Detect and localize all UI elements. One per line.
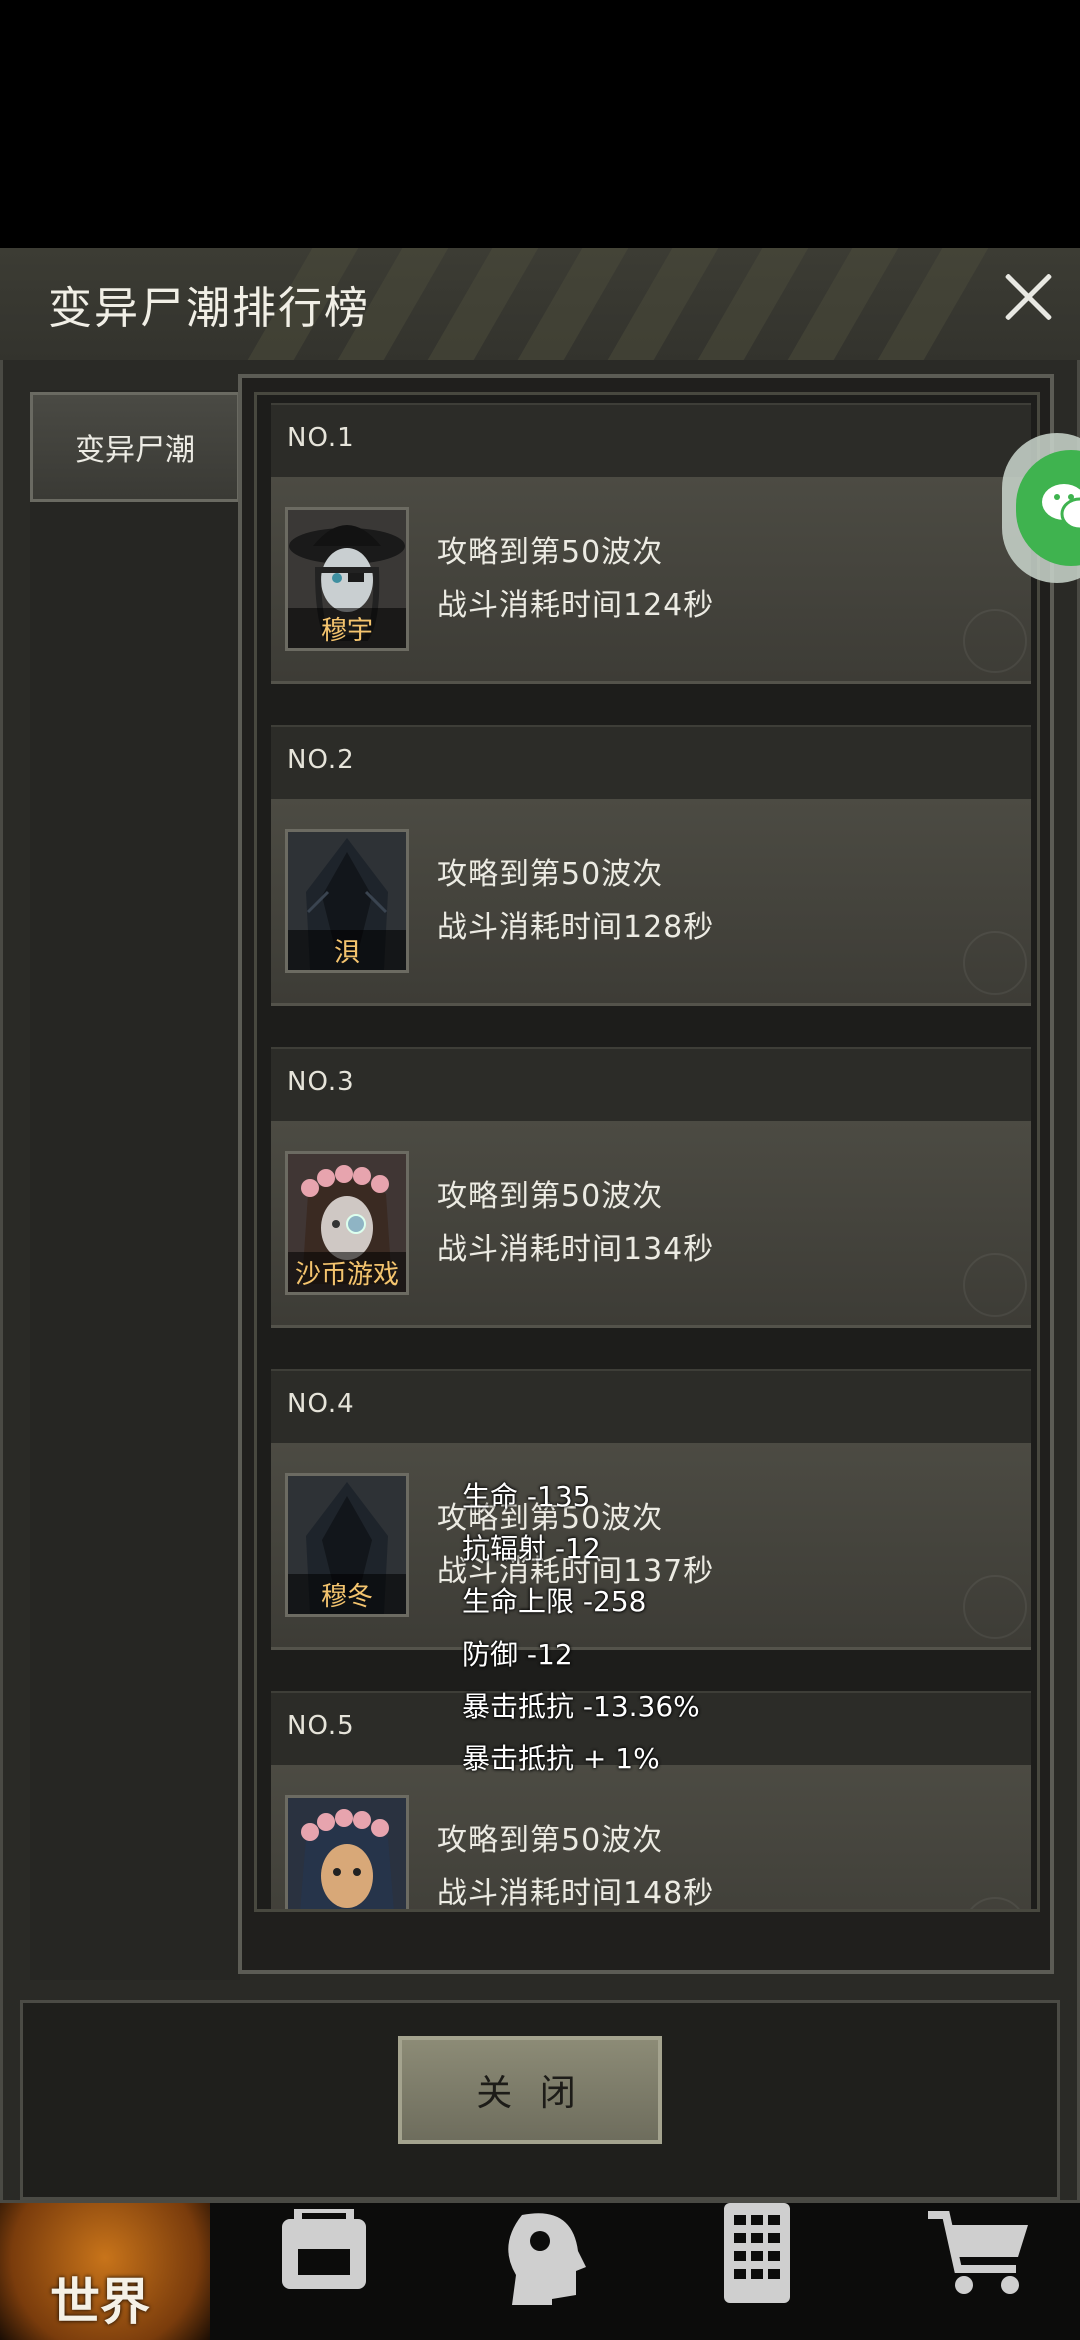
battle-time: 战斗消耗时间134秒: [437, 1232, 715, 1267]
dialog-title: 变异尸潮排行榜: [48, 283, 370, 334]
rank-label: NO.2: [287, 745, 355, 775]
chat-bubble-icon: [1042, 484, 1080, 531]
radiation-watermark-icon: [963, 931, 1027, 995]
battle-time: 战斗消耗时间124秒: [437, 588, 715, 623]
player-avatar[interactable]: 沙币游戏: [285, 1151, 409, 1295]
rank-label: NO.3: [287, 1067, 355, 1097]
player-name: 沙币游戏: [288, 1252, 406, 1292]
wave-progress: 攻略到第50波次: [437, 1823, 664, 1858]
tab-mutant-horde[interactable]: 变异尸潮: [30, 392, 240, 502]
nav-shop[interactable]: [864, 2203, 1080, 2340]
rank-label: NO.4: [287, 1389, 355, 1419]
radiation-watermark-icon: [963, 609, 1027, 673]
nav-skills[interactable]: [432, 2203, 648, 2340]
stat-change-text: 暴击抵抗 + 1%: [462, 1742, 660, 1775]
phone-keypad-icon: [724, 2203, 790, 2303]
category-column: [30, 390, 240, 1980]
shopping-cart-icon: [928, 2211, 1028, 2294]
nav-world-label: 世界: [50, 2273, 150, 2331]
ranking-card: NO.4 穆冬 攻略到第50波次 战斗消耗时间137秒: [271, 1369, 1031, 1650]
player-name: 穆冬: [288, 1574, 406, 1614]
nav-phone[interactable]: [648, 2203, 864, 2340]
stat-change-text: 暴击抵抗 -13.36%: [462, 1690, 700, 1723]
head-skill-icon: [508, 2213, 586, 2305]
stat-change-text: 抗辐射 -12: [462, 1532, 601, 1565]
ranking-card: NO.3 沙币游戏 攻略到第50波次 战斗消耗时间134秒: [271, 1047, 1031, 1328]
wave-progress: 攻略到第50波次: [437, 857, 664, 892]
backpack-icon: [282, 2209, 366, 2289]
player-avatar[interactable]: 穆宇: [285, 507, 409, 651]
radiation-watermark-icon: [963, 1897, 1027, 1909]
stat-change-text: 防御 -12: [462, 1638, 573, 1671]
ranking-card: NO.2 浿 攻略到第50波次 战斗消耗时间128秒: [271, 725, 1031, 1006]
rank-label: NO.5: [287, 1711, 355, 1741]
player-avatar[interactable]: 穆冬: [285, 1473, 409, 1617]
ranking-list[interactable]: NO.1 穆宇 攻略到第50波次 战斗消耗时间124秒 NO.2 浿 攻略到第5…: [254, 392, 1040, 1912]
rank-label: NO.1: [287, 423, 355, 453]
player-avatar[interactable]: 浿: [285, 829, 409, 973]
battle-time: 战斗消耗时间148秒: [437, 1876, 715, 1911]
radiation-watermark-icon: [963, 1253, 1027, 1317]
player-name: 浿: [288, 930, 406, 970]
battle-time: 战斗消耗时间128秒: [437, 910, 715, 945]
close-icon[interactable]: [1000, 268, 1056, 324]
ranking-card: NO.1 穆宇 攻略到第50波次 战斗消耗时间124秒: [271, 403, 1031, 684]
stat-change-text: 生命上限 -258: [462, 1585, 647, 1618]
wave-progress: 攻略到第50波次: [437, 535, 664, 570]
wave-progress: 攻略到第50波次: [437, 1179, 664, 1214]
radiation-watermark-icon: [963, 1575, 1027, 1639]
stat-change-text: 生命 -135: [462, 1480, 591, 1513]
player-avatar[interactable]: [285, 1795, 409, 1909]
close-button[interactable]: 关 闭: [398, 2036, 662, 2144]
nav-backpack[interactable]: [216, 2203, 432, 2340]
player-name: 穆宇: [288, 608, 406, 648]
flower-crown-avatar-icon: [288, 1798, 406, 1909]
